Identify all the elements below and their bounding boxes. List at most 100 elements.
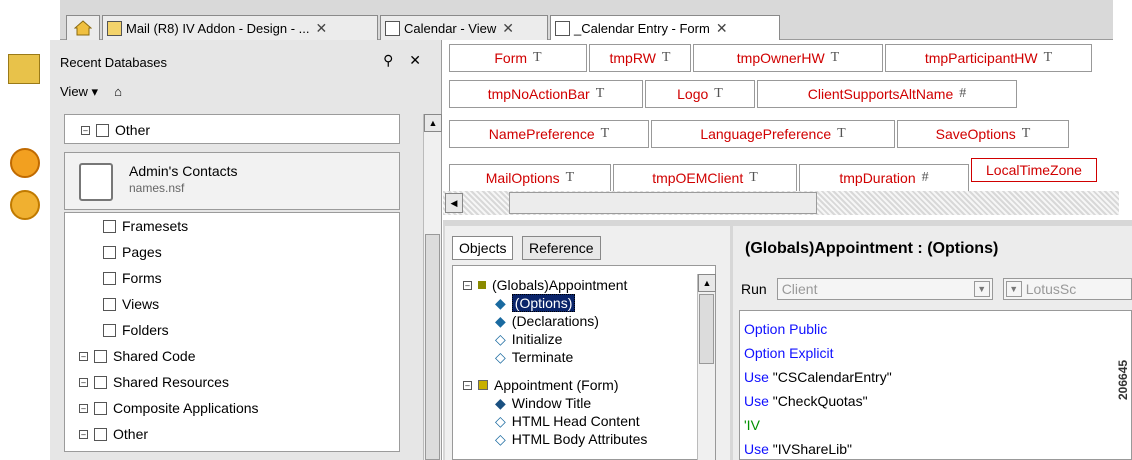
- tree-item-forms[interactable]: Forms: [103, 265, 162, 291]
- tree-item-composite-applications[interactable]: – Composite Applications: [79, 395, 259, 421]
- form-object-icon: [478, 380, 488, 390]
- field-tmpnoactionbar[interactable]: tmpNoActionBar T: [449, 80, 643, 108]
- run-label: Run: [741, 281, 767, 297]
- code-keyword: Use: [744, 369, 773, 385]
- tree-item-window-title[interactable]: ◆ Window Title: [495, 394, 591, 412]
- tab-calendar-entry-form[interactable]: _Calendar Entry - Form ✕: [550, 15, 780, 41]
- tree-label: Window Title: [511, 395, 592, 411]
- collapse-icon[interactable]: –: [81, 125, 90, 135]
- tree-item-other[interactable]: – Other: [81, 117, 150, 143]
- run-select[interactable]: Client ▼: [776, 278, 993, 300]
- people-icon[interactable]: [10, 190, 40, 220]
- field-name: tmpNoActionBar: [487, 86, 590, 102]
- close-icon[interactable]: ✕: [502, 20, 514, 37]
- field-name: LocalTimeZone: [986, 162, 1082, 178]
- field-tmpownerhw[interactable]: tmpOwnerHW T: [693, 44, 883, 72]
- code-keyword: Option Explicit: [744, 345, 834, 361]
- tree-item-options[interactable]: ◆ (Options): [495, 294, 576, 312]
- bookmarks-icon[interactable]: [8, 54, 40, 84]
- tab-calendar-view[interactable]: Calendar - View ✕: [380, 15, 548, 40]
- tree-item-shared-resources[interactable]: – Shared Resources: [79, 369, 229, 395]
- tab-reference[interactable]: Reference: [522, 236, 601, 260]
- tree-label: Forms: [122, 270, 162, 286]
- tree-item-html-head[interactable]: ◇ HTML Head Content: [495, 412, 640, 430]
- panel-actions[interactable]: ⚲ ✕: [383, 52, 427, 69]
- close-icon[interactable]: ✕: [716, 20, 728, 37]
- tab-label: _Calendar Entry - Form: [574, 21, 710, 36]
- field-saveoptions[interactable]: SaveOptions T: [897, 120, 1069, 148]
- scroll-thumb[interactable]: [509, 192, 817, 214]
- field-clientsupportsaltname[interactable]: ClientSupportsAltName #: [757, 80, 1017, 108]
- db-tile[interactable]: Admin's Contacts names.nsf: [64, 152, 400, 210]
- collapse-icon[interactable]: –: [463, 380, 472, 390]
- field-languagepreference[interactable]: LanguagePreference T: [651, 120, 895, 148]
- field-tmprw[interactable]: tmpRW T: [589, 44, 691, 72]
- tree-item-shared-code[interactable]: – Shared Code: [79, 343, 196, 369]
- field-form[interactable]: Form T: [449, 44, 587, 72]
- field-tmpoemclient[interactable]: tmpOEMClient T: [613, 164, 797, 192]
- object-icon: [478, 281, 486, 289]
- objects-scrollbar[interactable]: ▲: [697, 274, 716, 460]
- tree-item-appointment-form[interactable]: – Appointment (Form): [463, 376, 618, 394]
- code-string: "IVShareLib": [772, 441, 853, 457]
- scroll-thumb[interactable]: [699, 294, 714, 364]
- field-tmpduration[interactable]: tmpDuration #: [799, 164, 969, 192]
- tree-item-terminate[interactable]: ◇ Terminate: [495, 348, 573, 366]
- tree-item-folders[interactable]: Folders: [103, 317, 169, 343]
- code-line: Option Public: [744, 317, 1127, 341]
- contacts-icon[interactable]: [10, 148, 40, 178]
- collapse-icon[interactable]: –: [79, 351, 88, 361]
- view-menu-label[interactable]: View ▾: [60, 84, 98, 100]
- tree-item-views[interactable]: Views: [103, 291, 159, 317]
- view-menu[interactable]: View ▾ ⌂: [60, 84, 122, 100]
- tree-item-other[interactable]: – Other: [79, 421, 148, 447]
- tree-label: HTML Head Content: [511, 413, 640, 429]
- language-select-value: LotusSc: [1025, 281, 1077, 297]
- code-line: 'IV: [744, 413, 1127, 437]
- field-logo[interactable]: Logo T: [645, 80, 755, 108]
- form-hscrollbar[interactable]: ◀: [443, 191, 1119, 215]
- collapse-icon[interactable]: –: [79, 403, 88, 413]
- tab-label: Reference: [529, 240, 594, 256]
- field-type: T: [830, 50, 840, 65]
- tree-item-initialize[interactable]: ◇ Initialize: [495, 330, 562, 348]
- tree-item-globals[interactable]: – (Globals)Appointment: [463, 276, 627, 294]
- figure-number: 206645: [1116, 359, 1130, 400]
- chevron-down-icon[interactable]: ▼: [1005, 281, 1022, 297]
- scroll-up-button[interactable]: ▲: [424, 114, 442, 132]
- tab-objects[interactable]: Objects: [452, 236, 514, 260]
- field-name: Logo: [677, 86, 709, 102]
- field-name: tmpDuration: [839, 170, 916, 186]
- tree-item-declarations[interactable]: ◆ (Declarations): [495, 312, 599, 330]
- tree-item-pages[interactable]: Pages: [103, 239, 162, 265]
- field-mailoptions[interactable]: MailOptions T: [449, 164, 611, 192]
- field-type: T: [1043, 50, 1053, 65]
- language-select[interactable]: ▼ LotusSc: [1002, 278, 1132, 300]
- tree-item-framesets[interactable]: Framesets: [103, 213, 188, 239]
- database-icon: [79, 163, 113, 201]
- db-file: names.nsf: [129, 181, 185, 195]
- tree-label: Folders: [122, 322, 169, 338]
- code-string: "CheckQuotas": [772, 393, 868, 409]
- scroll-thumb[interactable]: [425, 234, 440, 460]
- new-folder-icon[interactable]: ⌂: [114, 84, 122, 100]
- home-tab[interactable]: [66, 15, 100, 40]
- field-tmpparticipanthw[interactable]: tmpParticipantHW T: [885, 44, 1092, 72]
- collapse-icon[interactable]: –: [79, 377, 88, 387]
- close-icon[interactable]: ✕: [316, 20, 328, 37]
- field-name: tmpRW: [609, 50, 656, 66]
- shared-resources-icon: [94, 375, 107, 389]
- objects-tree: – (Globals)Appointment ◆ (Options) ◆ (Decla…: [452, 265, 716, 460]
- scroll-left-button[interactable]: ◀: [445, 193, 463, 213]
- collapse-icon[interactable]: –: [463, 280, 472, 290]
- code-editor[interactable]: Option Public Option Explicit Use "CSCal…: [739, 310, 1132, 460]
- code-keyword: Use: [744, 441, 773, 457]
- tree-item-html-body[interactable]: ◇ HTML Body Attributes: [495, 430, 647, 448]
- panel-scrollbar[interactable]: ▲: [423, 114, 442, 460]
- tab-mail-design[interactable]: Mail (R8) IV Addon - Design - ... ✕: [102, 15, 378, 40]
- chevron-down-icon[interactable]: ▼: [973, 281, 990, 297]
- scroll-up-button[interactable]: ▲: [698, 274, 716, 292]
- collapse-icon[interactable]: –: [79, 429, 88, 439]
- field-localtimezone[interactable]: LocalTimeZone: [971, 158, 1097, 182]
- field-namepreference[interactable]: NamePreference T: [449, 120, 649, 148]
